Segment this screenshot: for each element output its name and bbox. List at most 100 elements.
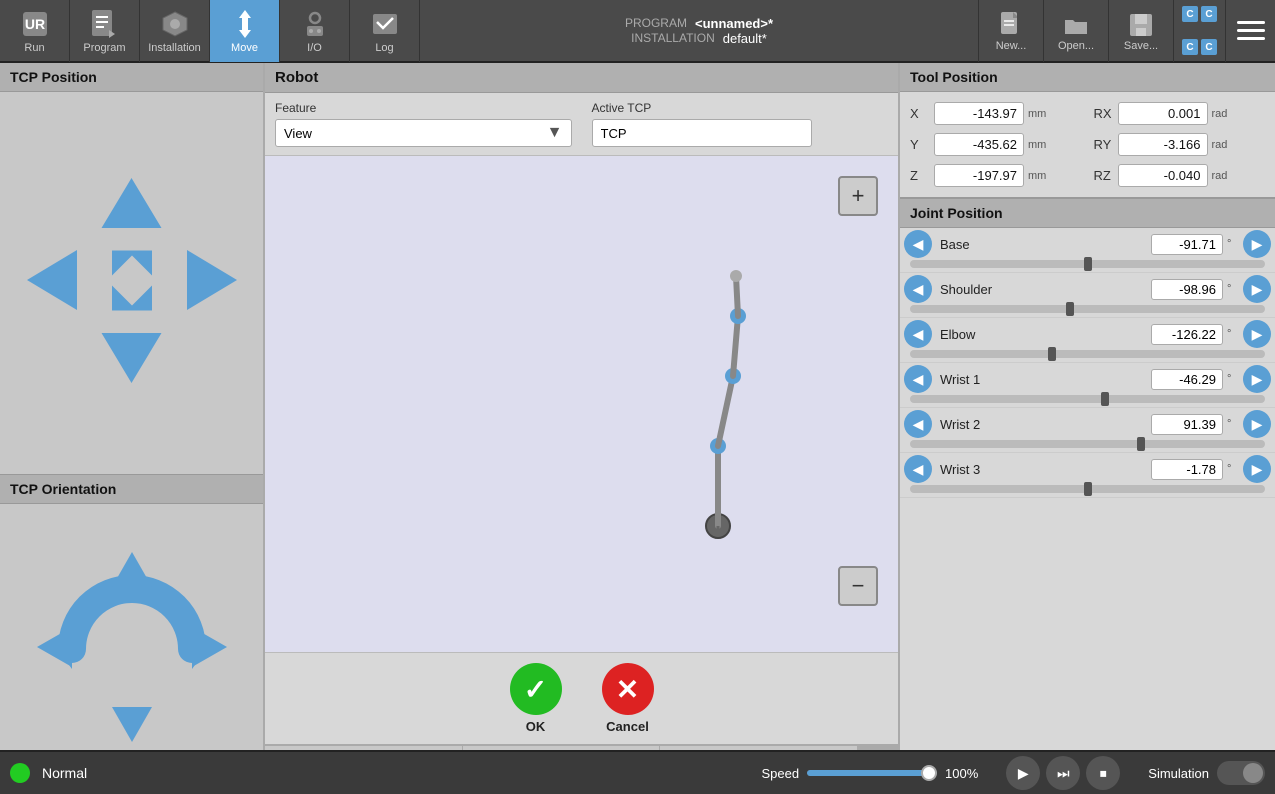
joint-5-slider[interactable]	[910, 485, 1265, 493]
stop-button[interactable]: ⏹	[1086, 756, 1120, 790]
joint-2-thumb	[1048, 347, 1056, 361]
ok-cancel-row: ✓ OK ✕ Cancel	[265, 652, 898, 744]
rz-value[interactable]	[1118, 164, 1208, 187]
feature-group: Feature View ▼	[275, 101, 572, 147]
joint-3-right-btn[interactable]: ▶	[1243, 365, 1271, 393]
joint-3-value[interactable]	[1151, 369, 1223, 390]
step-button[interactable]: ⏭	[1046, 756, 1080, 790]
tcp-center	[92, 241, 172, 326]
joint-4-value[interactable]	[1151, 414, 1223, 435]
joint-controls: ◀ Wrist 1 ° ▶	[904, 365, 1271, 393]
nav-io-label: I/O	[307, 42, 322, 54]
joint-2-left-btn[interactable]: ◀	[904, 320, 932, 348]
joint-4-right-btn[interactable]: ▶	[1243, 410, 1271, 438]
simulation-section: Simulation	[1148, 761, 1265, 785]
open-button[interactable]: Open...	[1043, 0, 1108, 62]
tcp-up-btn[interactable]	[99, 173, 164, 243]
joint-2-unit: °	[1227, 328, 1239, 340]
cc-dot-4: C	[1201, 39, 1217, 55]
joint-5-unit: °	[1227, 463, 1239, 475]
transport-buttons: ▶ ⏭ ⏹	[1006, 756, 1120, 790]
speed-knob	[921, 765, 937, 781]
joint-3-thumb	[1101, 392, 1109, 406]
joint-controls: ◀ Shoulder ° ▶	[904, 275, 1271, 303]
x-value[interactable]	[934, 102, 1024, 125]
pos-rz-row: RZ rad	[1088, 160, 1272, 191]
nav-run[interactable]: UR Run	[0, 0, 70, 62]
y-unit: mm	[1028, 139, 1056, 151]
joint-0-slider[interactable]	[910, 260, 1265, 268]
tcp-right-btn[interactable]	[177, 248, 242, 318]
ry-label: RY	[1094, 137, 1114, 152]
play-button[interactable]: ▶	[1006, 756, 1040, 790]
ok-label: OK	[526, 719, 546, 734]
cc-dot-1: C	[1182, 6, 1198, 22]
nav-log[interactable]: Log	[350, 0, 420, 62]
joint-5-right-btn[interactable]: ▶	[1243, 455, 1271, 483]
joint-controls: ◀ Base ° ▶	[904, 230, 1271, 258]
feature-row: Feature View ▼ Active TCP	[265, 93, 898, 156]
z-value[interactable]	[934, 164, 1024, 187]
rx-value[interactable]	[1118, 102, 1208, 125]
ry-value[interactable]	[1118, 133, 1208, 156]
joint-2-value[interactable]	[1151, 324, 1223, 345]
joint-2-slider[interactable]	[910, 350, 1265, 358]
joint-1-thumb	[1066, 302, 1074, 316]
joint-3-slider[interactable]	[910, 395, 1265, 403]
joint-3-left-btn[interactable]: ◀	[904, 365, 932, 393]
tcp-orientation-header: TCP Orientation	[0, 474, 263, 504]
x-unit: mm	[1028, 108, 1056, 120]
pos-x-row: X mm	[904, 98, 1088, 129]
joint-5-left-btn[interactable]: ◀	[904, 455, 932, 483]
joint-controls: ◀ Wrist 2 ° ▶	[904, 410, 1271, 438]
cc-dot-3: C	[1182, 39, 1198, 55]
feature-select[interactable]: View ▼	[275, 119, 572, 147]
y-value[interactable]	[934, 133, 1024, 156]
hamburger-menu[interactable]	[1225, 0, 1275, 62]
pos-z-row: Z mm	[904, 160, 1088, 191]
active-tcp-input[interactable]	[592, 119, 812, 147]
joint-3-unit: °	[1227, 373, 1239, 385]
save-button[interactable]: Save...	[1108, 0, 1173, 62]
tcp-left-btn[interactable]	[22, 248, 87, 318]
cancel-button[interactable]: ✕ Cancel	[602, 663, 654, 734]
joint-1-value[interactable]	[1151, 279, 1223, 300]
zoom-out-button[interactable]: −	[838, 566, 878, 606]
zoom-in-button[interactable]: +	[838, 176, 878, 216]
joint-1-slider[interactable]	[910, 305, 1265, 313]
ok-button[interactable]: ✓ OK	[510, 663, 562, 734]
joint-controls: ◀ Elbow ° ▶	[904, 320, 1271, 348]
joint-controls: ◀ Wrist 3 ° ▶	[904, 455, 1271, 483]
robot-view: +	[265, 156, 898, 652]
joint-4-left-btn[interactable]: ◀	[904, 410, 932, 438]
joint-5-value[interactable]	[1151, 459, 1223, 480]
y-label: Y	[910, 137, 930, 152]
joint-0-thumb	[1084, 257, 1092, 271]
nav-program[interactable]: Program	[70, 0, 140, 62]
joint-0-value[interactable]	[1151, 234, 1223, 255]
joint-1-left-btn[interactable]: ◀	[904, 275, 932, 303]
nav-move[interactable]: Move	[210, 0, 280, 62]
joint-0-right-btn[interactable]: ▶	[1243, 230, 1271, 258]
nav-installation[interactable]: Installation	[140, 0, 210, 62]
cc-grid: C C C C	[1173, 0, 1225, 62]
joint-4-slider[interactable]	[910, 440, 1265, 448]
new-button[interactable]: New...	[978, 0, 1043, 62]
speed-slider[interactable]	[807, 770, 937, 776]
rz-unit: rad	[1212, 170, 1240, 182]
nav-run-label: Run	[24, 42, 44, 54]
joint-2-right-btn[interactable]: ▶	[1243, 320, 1271, 348]
joint-0-left-btn[interactable]: ◀	[904, 230, 932, 258]
z-unit: mm	[1028, 170, 1056, 182]
nav-bar: UR Run Program Installation Move I/O Log…	[0, 0, 1275, 63]
active-tcp-group: Active TCP	[592, 101, 889, 147]
speed-label: Speed	[761, 766, 799, 781]
chevron-down-icon: ▼	[547, 124, 563, 142]
nav-io[interactable]: I/O	[280, 0, 350, 62]
tcp-orientation-control	[22, 539, 242, 759]
program-label: PROGRAM	[625, 16, 687, 31]
joint-1-right-btn[interactable]: ▶	[1243, 275, 1271, 303]
tcp-down-btn[interactable]	[99, 323, 164, 393]
orient-center-up[interactable]	[22, 537, 242, 762]
simulation-toggle[interactable]	[1217, 761, 1265, 785]
